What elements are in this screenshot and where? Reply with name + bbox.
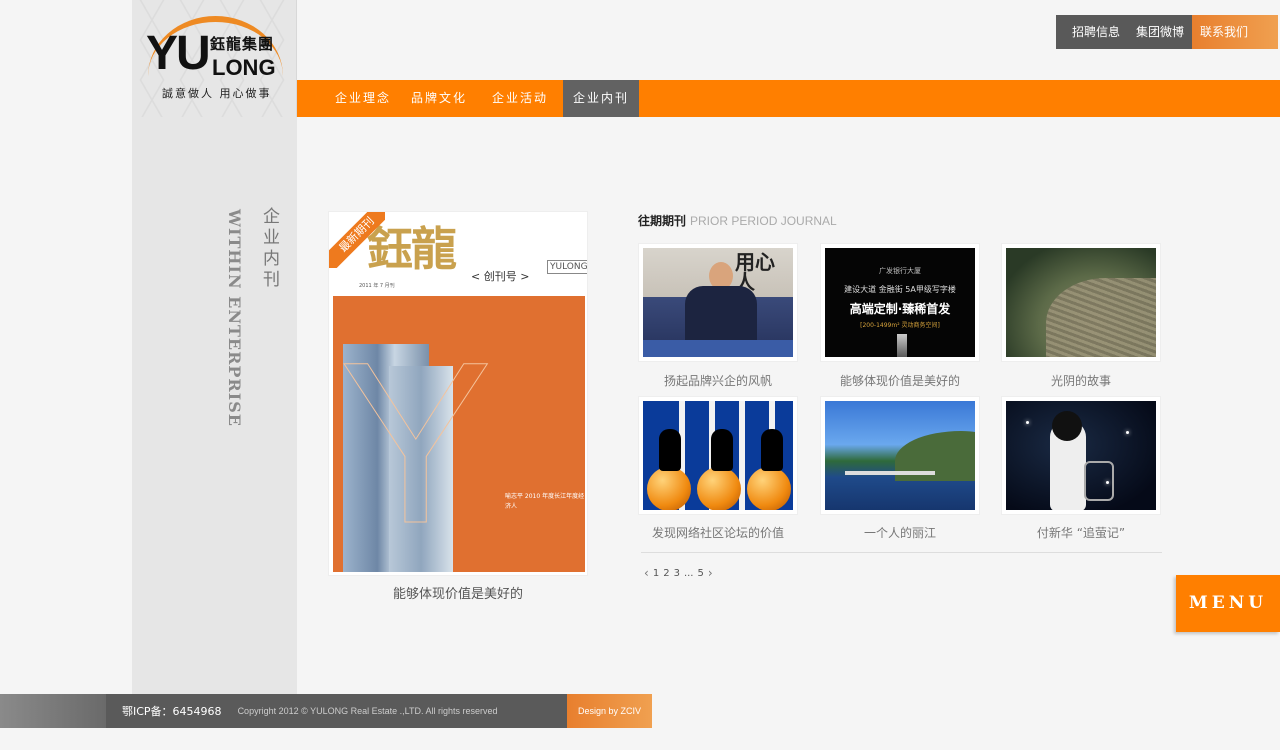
page-link-5[interactable]: 5	[697, 568, 703, 579]
nav-item-brand-culture[interactable]: 品牌文化	[403, 80, 475, 117]
top-link-contact[interactable]: 联系我们	[1192, 15, 1279, 49]
icp-license: 鄂ICP备：6454968	[122, 705, 222, 718]
nav-item-activities[interactable]: 企业活动	[483, 80, 557, 117]
page-link-2[interactable]: 2	[663, 568, 669, 579]
cover-date: 2011 年 7 月刊	[359, 283, 395, 289]
logo-slogan: 誠意做人 用心做事	[162, 87, 272, 100]
logo-yu-text: YU	[146, 27, 211, 80]
prior-journals-heading: 往期期刊 PRIOR PERIOD JOURNAL	[638, 212, 837, 229]
cover-illustration: Y 喻志平 2010 年度长江年度经济人	[333, 296, 585, 572]
cover-y-outline: Y	[338, 314, 493, 571]
journal-thumb-4[interactable]	[638, 396, 798, 515]
company-logo[interactable]: YU 鈺龍集團 LONG 誠意做人 用心做事	[132, 0, 297, 117]
menu-button[interactable]: MENU	[1176, 575, 1280, 632]
bank-ad-image: 广发银行大厦 建设大道 金融街 5A甲级写字楼 高端定制·臻稀首发 [200-1…	[825, 248, 975, 357]
cover-brand: YULONG	[547, 260, 587, 274]
footer: 鄂ICP备：6454968 Copyright 2012 © YULONG Re…	[0, 694, 652, 728]
top-link-weibo[interactable]: 集团微博	[1128, 15, 1193, 49]
journal-title-1[interactable]: 扬起品牌兴企的风帆	[638, 372, 798, 389]
journal-title-5[interactable]: 一个人的丽江	[820, 524, 980, 541]
page-link-1[interactable]: 1	[653, 568, 659, 579]
fireflies-image	[1006, 401, 1156, 510]
divider	[641, 552, 1162, 553]
journal-thumb-6[interactable]	[1001, 396, 1161, 515]
journal-title-4[interactable]: 发现网络社区论坛的价值	[638, 524, 798, 541]
journal-title-2[interactable]: 能够体现价值是美好的	[820, 372, 980, 389]
section-title-en: WITHIN ENTERPRISE	[225, 209, 244, 427]
copyright-text: Copyright 2012 © YULONG Real Estate .,LT…	[237, 706, 498, 716]
top-links-bar: 招聘信息 集团微博 联系我们	[1056, 15, 1280, 49]
prior-heading-en: PRIOR PERIOD JOURNAL	[690, 214, 837, 228]
page-link-3[interactable]: 3	[674, 568, 680, 579]
main-nav: 企业理念 品牌文化 企业活动 企业内刊	[297, 80, 1280, 117]
nav-item-journal[interactable]: 企业内刊	[563, 80, 639, 117]
next-page-icon[interactable]: ›	[708, 566, 713, 580]
page-ellipsis: ...	[683, 567, 694, 579]
footer-info: 鄂ICP备：6454968 Copyright 2012 © YULONG Re…	[106, 694, 567, 728]
journal-thumb-5[interactable]	[820, 396, 980, 515]
lake-image	[825, 401, 975, 510]
featured-journal-cover[interactable]: 鈺龍 2011 年 7 月刊 < 创刊号 > YULONG Y 喻志平 2010…	[328, 211, 588, 576]
prior-heading-cn: 往期期刊	[638, 214, 687, 228]
logo-long-text: LONG	[212, 55, 276, 80]
stone-path-image	[1006, 248, 1156, 357]
section-title-cn: 企业内刊	[259, 207, 279, 291]
journal-thumb-1[interactable]: 用心人	[638, 243, 798, 362]
pagination: ‹ 1 2 3 ... 5 ›	[644, 566, 717, 580]
latest-issue-ribbon: 最新期刊	[329, 212, 385, 268]
top-link-recruitment[interactable]: 招聘信息	[1056, 15, 1129, 49]
cover-issue: < 创刊号 >	[471, 270, 530, 283]
prev-page-icon[interactable]: ‹	[644, 566, 649, 580]
journal-thumb-3[interactable]	[1001, 243, 1161, 362]
nav-item-philosophy[interactable]: 企业理念	[327, 80, 399, 117]
designer-credit[interactable]: Design by ZCIV	[567, 694, 652, 728]
journal-title-6[interactable]: 付新华 “追萤记”	[1001, 524, 1161, 541]
silhouettes-image	[643, 401, 793, 510]
footer-decoration	[0, 694, 106, 728]
featured-journal-title[interactable]: 能够体现价值是美好的	[328, 583, 588, 602]
journal-title-3[interactable]: 光阴的故事	[1001, 372, 1161, 389]
logo-chinese-text: 鈺龍集團	[210, 35, 275, 53]
portrait-image: 用心人	[643, 248, 793, 357]
journal-thumb-2[interactable]: 广发银行大厦 建设大道 金融街 5A甲级写字楼 高端定制·臻稀首发 [200-1…	[820, 243, 980, 362]
cover-caption: 喻志平 2010 年度长江年度经济人	[505, 493, 585, 510]
left-sidebar: WITHIN ENTERPRISE 企业内刊	[132, 117, 297, 694]
